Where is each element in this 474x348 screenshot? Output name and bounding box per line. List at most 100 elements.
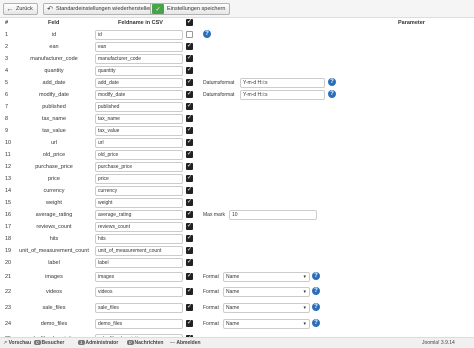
logout-link[interactable]: — Abmelden xyxy=(170,340,201,346)
field-name: sale_files xyxy=(42,305,66,311)
export-checkbox[interactable] xyxy=(186,234,193,242)
export-checkbox[interactable] xyxy=(186,258,193,266)
param-label: Format xyxy=(203,321,219,327)
help-icon[interactable]: ? xyxy=(312,287,320,295)
chevron-down-icon: ▾ xyxy=(303,289,306,295)
export-checkbox[interactable] xyxy=(186,31,193,38)
csv-name-input[interactable]: unit_of_measurement_count xyxy=(95,246,183,256)
table-row: 10 url url xyxy=(0,137,474,149)
csv-name-input[interactable]: images xyxy=(95,272,183,282)
reset-defaults-button[interactable]: ↶ Standardeinstellungen wiederherstellen xyxy=(43,3,158,15)
csv-name-input[interactable]: tax_value xyxy=(95,126,183,136)
export-checkbox[interactable] xyxy=(186,198,193,206)
field-name: label xyxy=(48,260,60,266)
field-name: unit_of_measurement_count xyxy=(19,248,89,254)
help-icon[interactable]: ? xyxy=(328,78,336,86)
export-checkbox[interactable] xyxy=(186,114,193,122)
csv-name-input[interactable]: purchase_price xyxy=(95,162,183,172)
logout-label: Abmelden xyxy=(176,340,201,346)
field-name: published xyxy=(42,104,66,110)
export-checkbox[interactable] xyxy=(186,126,193,134)
date-format-input[interactable]: Y-m-d H:i:s xyxy=(240,90,325,100)
export-checkbox[interactable] xyxy=(186,162,193,170)
csv-name-input[interactable]: average_rating xyxy=(95,210,183,220)
date-format-input[interactable]: Y-m-d H:i:s xyxy=(240,78,325,88)
export-checkbox[interactable] xyxy=(186,210,193,218)
csv-name-input[interactable]: currency xyxy=(95,186,183,196)
csv-name-input[interactable]: tax_name xyxy=(95,114,183,124)
help-icon[interactable]: ? xyxy=(312,272,320,280)
format-select-value: Name xyxy=(226,274,240,280)
csv-name-input[interactable]: old_price xyxy=(95,150,183,160)
save-settings-button[interactable]: ✓ Einstellungen speichern xyxy=(150,3,231,15)
param-label: Format xyxy=(203,274,219,280)
toolbar: ← Zurück ↶ Standardeinstellungen wiederh… xyxy=(0,0,474,18)
export-checkbox[interactable] xyxy=(186,174,193,182)
export-checkbox[interactable] xyxy=(186,222,193,230)
table-row: 24demo_filesdemo_filesFormatName▾? xyxy=(0,318,474,330)
field-name: purchase_price xyxy=(35,164,73,170)
table-row: 18 hits hits xyxy=(0,233,474,245)
format-select[interactable]: Name ▾ xyxy=(223,287,310,297)
format-select[interactable]: Name ▾ xyxy=(223,272,310,282)
format-select[interactable]: Name ▾ xyxy=(223,319,310,329)
csv-name-input[interactable]: label xyxy=(95,258,183,268)
csv-name-input[interactable]: ean xyxy=(95,42,183,52)
help-icon[interactable]: ? xyxy=(312,303,320,311)
csv-name-input[interactable]: reviews_count xyxy=(95,222,183,232)
csv-name-input[interactable]: manufacturer_code xyxy=(95,54,183,64)
export-checkbox[interactable] xyxy=(186,78,193,86)
save-settings-label: Einstellungen speichern xyxy=(167,6,226,12)
export-checkbox[interactable] xyxy=(186,150,193,158)
table-row: 2 ean ean xyxy=(0,41,474,53)
csv-name-input[interactable]: published xyxy=(95,102,183,112)
csv-name-input[interactable]: demo_files xyxy=(95,319,183,329)
param-label: Datumsformat xyxy=(203,92,235,98)
visitors-count-badge: 0 xyxy=(34,340,41,345)
field-name: old_price xyxy=(42,152,66,158)
messages-info[interactable]: 0 Nachrichten xyxy=(127,340,163,346)
help-icon[interactable]: ? xyxy=(203,30,211,38)
param-label: Max mark xyxy=(203,212,225,218)
export-checkbox[interactable] xyxy=(186,102,193,110)
format-select-value: Name xyxy=(226,321,240,327)
csv-name-input[interactable]: price xyxy=(95,174,183,184)
export-checkbox[interactable] xyxy=(186,272,193,280)
csv-name-input[interactable]: weight xyxy=(95,198,183,208)
table-row: 21imagesimagesFormatName▾? xyxy=(0,271,474,283)
export-checkbox[interactable] xyxy=(186,42,193,50)
export-checkbox[interactable] xyxy=(186,303,193,311)
export-checkbox[interactable] xyxy=(186,186,193,194)
table-row: 15 weight weight xyxy=(0,197,474,209)
csv-name-input[interactable]: id xyxy=(95,30,183,40)
export-checkbox[interactable] xyxy=(186,246,193,254)
max-mark-input[interactable]: 10 xyxy=(229,210,317,220)
format-select-value: Name xyxy=(226,289,240,295)
preview-label: Vorschau xyxy=(8,340,32,346)
export-checkbox[interactable] xyxy=(186,287,193,295)
help-icon[interactable]: ? xyxy=(312,319,320,327)
field-name: demo_files xyxy=(40,321,68,327)
format-select[interactable]: Name ▾ xyxy=(223,303,310,313)
export-checkbox[interactable] xyxy=(186,54,193,62)
csv-name-input[interactable]: sale_files xyxy=(95,303,183,313)
export-checkbox[interactable] xyxy=(186,90,193,98)
csv-name-input[interactable]: hits xyxy=(95,234,183,244)
field-name: tax_value xyxy=(42,128,66,134)
export-checkbox[interactable] xyxy=(186,138,193,146)
csv-name-input[interactable]: quantity xyxy=(95,66,183,76)
field-name: hits xyxy=(49,236,59,242)
csv-name-input[interactable]: url xyxy=(95,138,183,148)
preview-link[interactable]: ↗ Vorschau xyxy=(3,340,31,346)
back-button[interactable]: ← Zurück xyxy=(3,3,38,15)
export-checkbox[interactable] xyxy=(186,319,193,327)
csv-name-input[interactable]: add_date xyxy=(95,78,183,88)
csv-name-input[interactable]: videos xyxy=(95,287,183,297)
export-checkbox[interactable] xyxy=(186,66,193,74)
back-arrow-icon: ← xyxy=(6,5,14,13)
csv-name-input[interactable]: modify_date xyxy=(95,90,183,100)
field-name: modify_date xyxy=(39,92,69,98)
table-row: 19 unit_of_measurement_count unit_of_measu… xyxy=(0,245,474,257)
select-all-checkbox[interactable] xyxy=(186,18,193,26)
help-icon[interactable]: ? xyxy=(328,90,336,98)
